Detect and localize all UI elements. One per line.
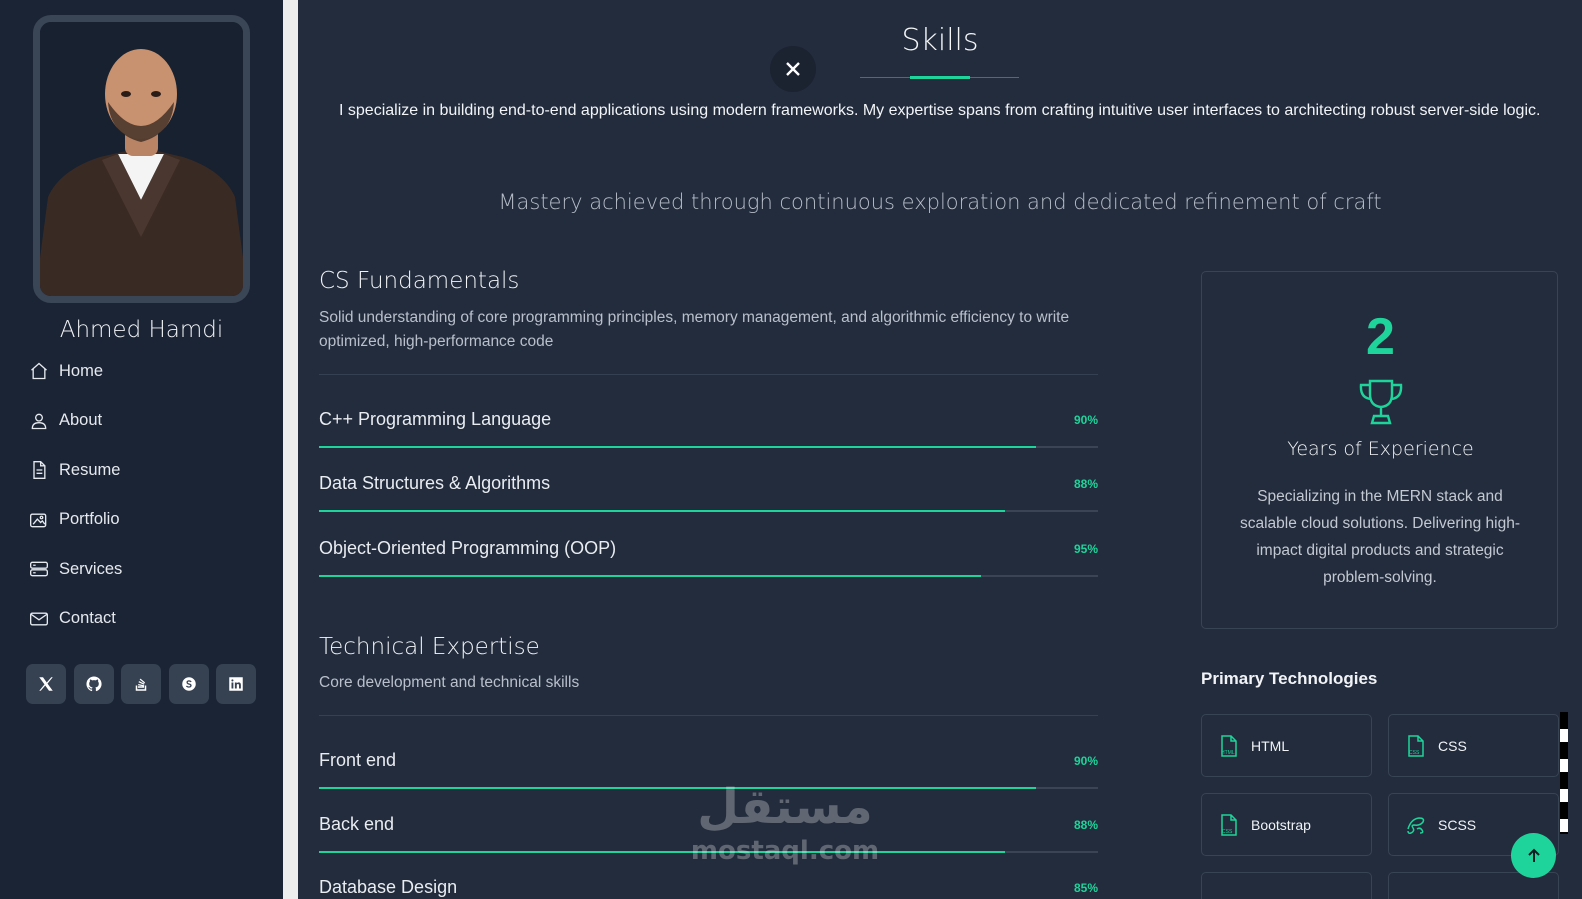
skill-progress-fill	[319, 851, 1005, 853]
nav-item-home[interactable]: Home	[28, 356, 258, 386]
css-file-icon: CSS	[1405, 734, 1427, 758]
experience-description: Specializing in the MERN stack and scala…	[1239, 488, 1520, 586]
social-skype-button[interactable]	[168, 664, 209, 704]
sass-icon	[1405, 813, 1427, 837]
skill-front-end: Front end 90%	[319, 750, 1098, 800]
profile-photo-illustration	[40, 22, 243, 296]
skill-name: Back end	[319, 814, 395, 834]
skill-progress-fill	[319, 787, 1036, 789]
skill-back-end: Back end 88%	[319, 814, 1098, 864]
skill-percent: 88%	[1073, 477, 1098, 491]
linkedin-icon	[229, 677, 243, 691]
social-x-button[interactable]	[26, 664, 66, 704]
nav-item-resume[interactable]: Resume	[28, 455, 258, 485]
x-twitter-icon	[39, 677, 53, 691]
nav-item-portfolio[interactable]: Portfolio	[28, 505, 258, 535]
group-divider	[319, 374, 1098, 375]
profile-photo	[33, 15, 250, 303]
images-icon	[28, 509, 50, 531]
skill-progress-track	[319, 446, 1098, 448]
close-icon	[786, 62, 800, 76]
group-title-technical-expertise: Technical Expertise	[319, 634, 540, 660]
experience-years: 2	[1366, 308, 1395, 366]
tech-label: HTML	[1251, 737, 1290, 754]
skill-name: Data Structures & Algorithms	[319, 473, 551, 493]
nav-item-contact[interactable]: Contact	[28, 604, 258, 634]
home-icon	[28, 360, 50, 382]
tech-card-bootstrap[interactable]: CSS Bootstrap	[1201, 793, 1372, 856]
social-links	[26, 664, 256, 704]
skill-progress-track	[319, 787, 1098, 789]
skill-dsa: Data Structures & Algorithms 88%	[319, 473, 1098, 523]
technologies-heading: Primary Technologies	[1201, 669, 1378, 688]
tech-label: Bootstrap	[1251, 816, 1311, 833]
tech-card-css[interactable]: CSS CSS	[1388, 714, 1559, 777]
skill-name: Object-Oriented Programming (OOP)	[319, 538, 617, 558]
nav-item-label: Portfolio	[59, 510, 120, 528]
profile-name: Ahmed Hamdi	[59, 317, 224, 343]
skill-percent: 90%	[1073, 754, 1098, 768]
title-accent-bar	[910, 76, 970, 79]
skill-oop: Object-Oriented Programming (OOP) 95%	[319, 538, 1098, 588]
skill-progress-track	[319, 510, 1098, 512]
skill-percent: 90%	[1073, 413, 1098, 427]
skill-name: Database Design	[319, 877, 458, 897]
group-description: Core development and technical skills	[319, 674, 580, 691]
sidebar: Ahmed Hamdi Home About Resume Portfolio	[0, 0, 283, 899]
section-tagline: Mastery achieved through continuous expl…	[498, 190, 1382, 214]
skill-name: Front end	[319, 750, 397, 770]
trophy-icon	[1355, 376, 1407, 428]
skill-percent: 88%	[1073, 818, 1098, 832]
page-divider	[283, 0, 298, 899]
nav-item-services[interactable]: Services	[28, 554, 258, 584]
experience-label: Years of Experience	[1287, 438, 1474, 460]
svg-text:CSS: CSS	[1409, 750, 1420, 756]
skill-progress-fill	[319, 575, 982, 577]
social-stackoverflow-button[interactable]	[121, 664, 161, 704]
skill-percent: 95%	[1073, 542, 1098, 556]
skill-progress-track	[319, 575, 1098, 577]
css-file-icon: CSS	[1218, 813, 1240, 837]
arrow-up-icon	[1527, 848, 1540, 862]
server-icon	[28, 558, 50, 580]
nav-item-label: Contact	[59, 609, 116, 627]
group-description: Solid understanding of core programming …	[319, 309, 1070, 350]
skill-progress-fill	[319, 510, 1005, 512]
user-icon	[28, 410, 50, 432]
svg-text:CSS: CSS	[1222, 829, 1233, 835]
tech-card-html[interactable]: HTML HTML	[1201, 714, 1372, 777]
tech-card-more[interactable]	[1201, 872, 1372, 899]
group-divider	[319, 715, 1098, 716]
scroll-top-button[interactable]	[1511, 833, 1556, 878]
skill-database-design: Database Design 85%	[319, 877, 1098, 899]
nav-item-label: Resume	[59, 460, 121, 479]
skill-progress-fill	[319, 446, 1036, 448]
tech-label: CSS	[1438, 737, 1467, 754]
tech-label: SCSS	[1438, 816, 1477, 833]
document-icon	[28, 459, 50, 481]
section-title: Skills	[901, 23, 979, 58]
nav-item-label: About	[59, 411, 103, 429]
skill-percent: 85%	[1073, 881, 1098, 895]
envelope-icon	[28, 608, 50, 630]
nav-item-label: Home	[59, 361, 104, 380]
skill-cpp: C++ Programming Language 90%	[319, 409, 1098, 459]
group-title-cs-fundamentals: CS Fundamentals	[319, 268, 520, 294]
nav-item-about[interactable]: About	[28, 406, 258, 436]
skill-progress-track	[319, 851, 1098, 853]
nav-item-label: Services	[59, 559, 123, 578]
experience-card: 2 Years of Experience Specializing in th…	[1201, 271, 1558, 629]
html-file-icon: HTML	[1218, 734, 1240, 758]
stack-overflow-icon	[135, 678, 147, 691]
github-icon	[85, 676, 102, 692]
svg-text:HTML: HTML	[1221, 750, 1235, 756]
skype-icon	[181, 677, 196, 691]
section-intro: I specialize in building end-to-end appl…	[339, 102, 1541, 119]
social-linkedin-button[interactable]	[216, 664, 256, 704]
social-github-button[interactable]	[73, 664, 114, 704]
page-edge-artifact	[1560, 712, 1568, 834]
main-nav: Home About Resume Portfolio Services Con…	[28, 356, 258, 653]
close-button[interactable]	[770, 46, 816, 92]
skill-name: C++ Programming Language	[319, 409, 552, 429]
